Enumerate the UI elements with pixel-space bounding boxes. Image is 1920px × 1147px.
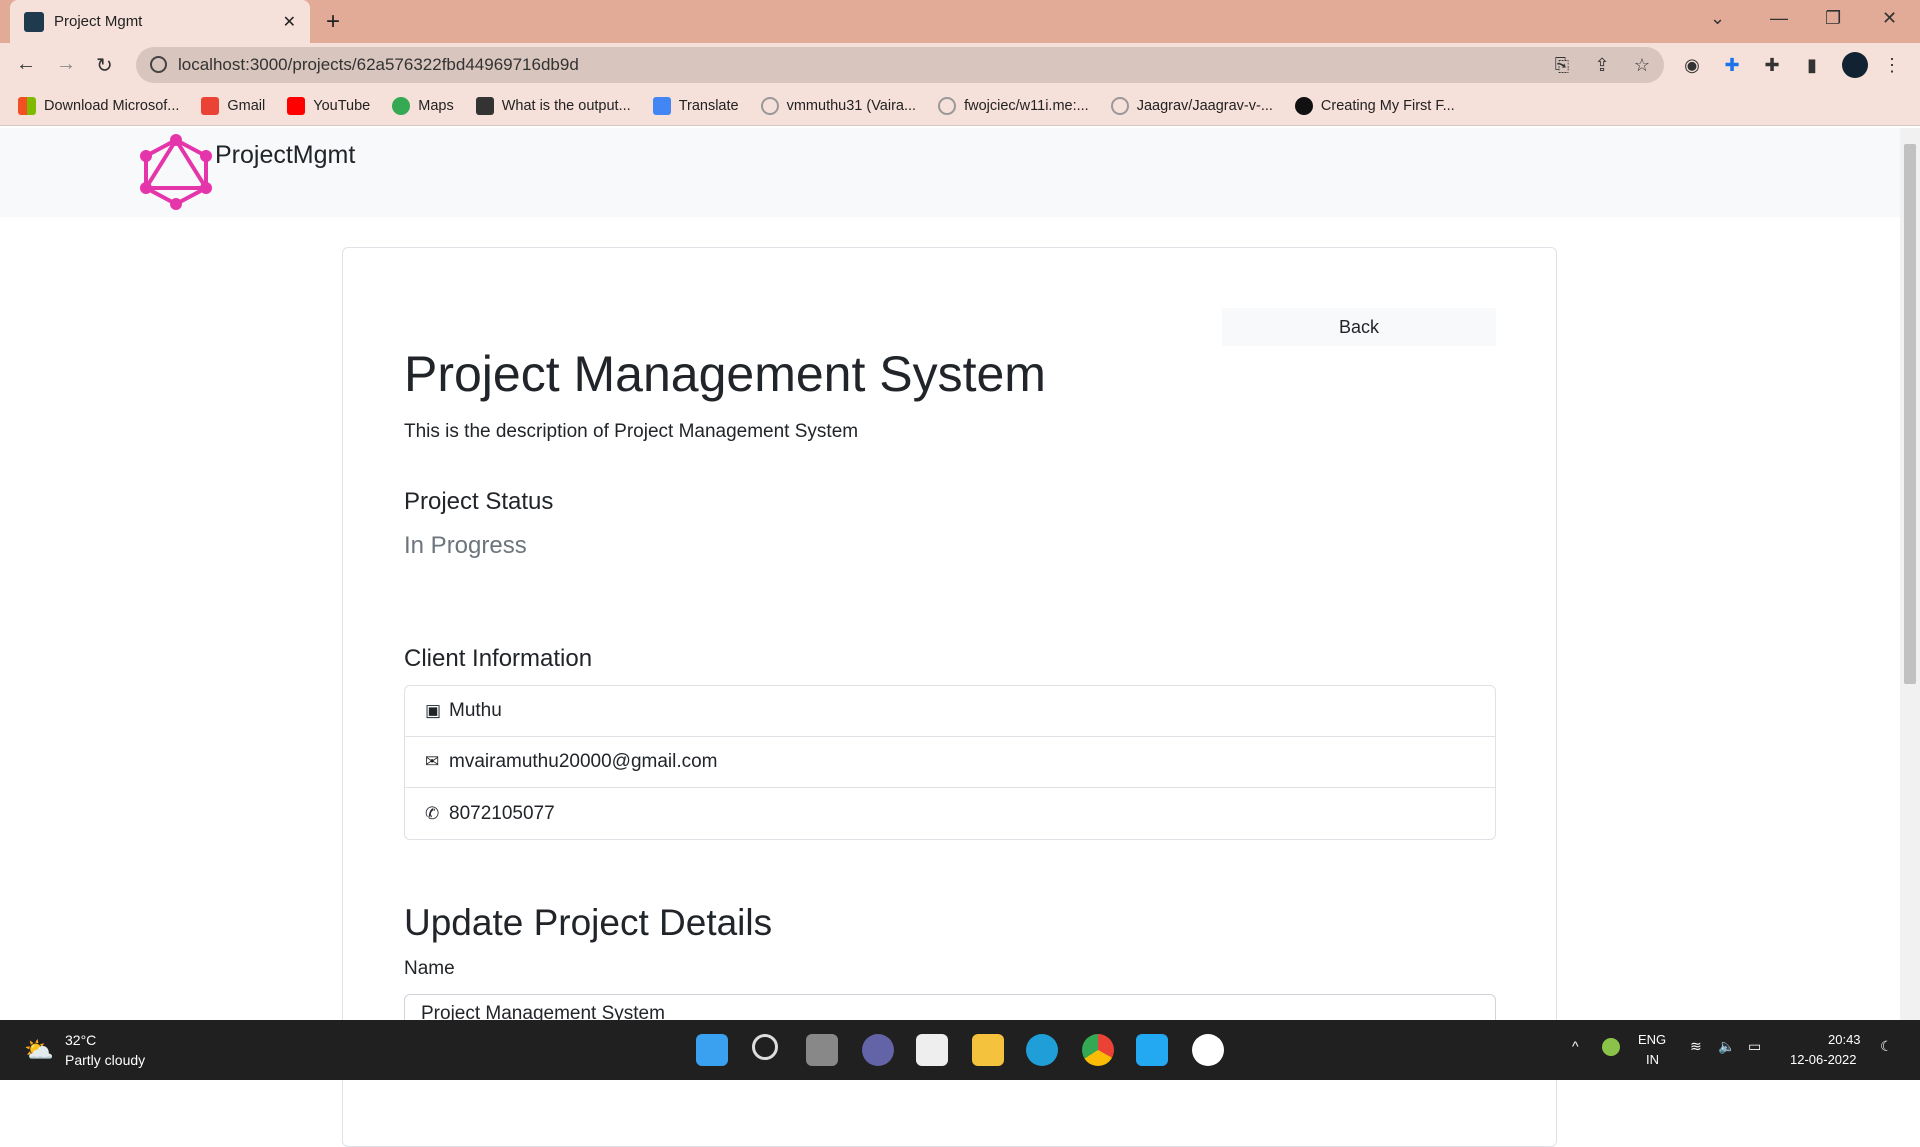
browser-toolbar: ← → ↻ localhost:3000/projects/62a576322f… xyxy=(0,43,1920,86)
record-icon[interactable]: ◉ xyxy=(1682,55,1702,75)
bookmark-star-icon[interactable]: ☆ xyxy=(1632,55,1652,75)
task-view-icon[interactable] xyxy=(806,1034,838,1066)
back-arrow-icon[interactable]: ← xyxy=(16,53,36,76)
bookmark[interactable]: Gmail xyxy=(201,96,265,115)
language[interactable]: ENG xyxy=(1638,1032,1666,1047)
list-item: ▣ Muthu xyxy=(405,686,1495,737)
notifications-icon[interactable]: ☾ xyxy=(1880,1038,1893,1055)
profile-avatar[interactable] xyxy=(1842,52,1868,78)
wifi-icon[interactable]: ≋ xyxy=(1690,1038,1702,1055)
file-explorer-icon[interactable] xyxy=(972,1034,1004,1066)
edge-icon[interactable] xyxy=(1026,1034,1058,1066)
store-icon[interactable] xyxy=(916,1034,948,1066)
list-item: ✆ 8072105077 xyxy=(425,802,555,824)
scrollbar[interactable] xyxy=(1900,128,1920,1020)
youtube-icon xyxy=(287,96,306,115)
volume-icon[interactable]: 🔈 xyxy=(1718,1038,1735,1055)
envelope-icon: ✉ xyxy=(425,752,440,771)
side-panel-icon[interactable]: ▮ xyxy=(1802,55,1822,75)
bookmark[interactable]: YouTube xyxy=(287,96,370,115)
bookmark[interactable]: vmmuthu31 (Vaira... xyxy=(760,96,916,115)
blog-icon xyxy=(1294,96,1313,115)
show-hidden-icons[interactable]: ^ xyxy=(1572,1038,1579,1054)
bookmark[interactable]: Maps xyxy=(392,96,454,115)
bookmark[interactable]: Jaagrav/Jaagrav-v-... xyxy=(1110,96,1273,115)
maps-icon xyxy=(392,96,411,115)
bookmark[interactable]: Translate xyxy=(652,96,739,115)
app-navbar: ProjectMgmt xyxy=(0,128,1900,217)
bookmarks-bar: Download Microsof... Gmail YouTube Maps … xyxy=(0,86,1920,126)
client-info-list: ▣ Muthu ✉ mvairamuthu20000@gmail.com ✆ 8072… xyxy=(404,685,1496,840)
id-badge-icon: ▣ xyxy=(425,701,442,720)
weather-text: Partly cloudy xyxy=(65,1052,146,1068)
bookmark[interactable]: Download Microsof... xyxy=(18,96,179,115)
start-icon[interactable] xyxy=(696,1034,728,1066)
brand-name[interactable]: ProjectMgmt xyxy=(215,141,355,170)
clock-date[interactable]: 12-06-2022 xyxy=(1790,1052,1857,1067)
project-title: Project Management System xyxy=(404,346,1046,402)
restore-button[interactable]: ❐ xyxy=(1825,8,1841,29)
chrome-icon[interactable] xyxy=(1082,1034,1114,1066)
close-tab-icon[interactable]: ✕ xyxy=(283,12,296,32)
graphql-logo-icon[interactable] xyxy=(140,134,212,210)
browser-tab[interactable]: Project Mgmt ✕ xyxy=(10,0,310,43)
teams-icon[interactable] xyxy=(862,1034,894,1066)
tray-app-icon[interactable] xyxy=(1602,1038,1620,1056)
github-icon xyxy=(760,96,779,115)
forward-arrow-icon[interactable]: → xyxy=(56,53,76,76)
bookmark[interactable]: What is the output... xyxy=(475,96,631,115)
tab-search-icon[interactable]: ⌄ xyxy=(1710,8,1725,29)
new-tab-button[interactable]: + xyxy=(326,8,340,36)
address-bar[interactable]: localhost:3000/projects/62a576322fbd4496… xyxy=(136,47,1664,83)
vscode-icon[interactable] xyxy=(1136,1034,1168,1066)
scrollbar-thumb[interactable] xyxy=(1904,144,1916,684)
github-icon xyxy=(1110,96,1129,115)
favicon-icon xyxy=(24,11,44,32)
extensions-puzzle-icon[interactable]: ✚ xyxy=(1762,55,1782,75)
region[interactable]: IN xyxy=(1646,1052,1659,1067)
close-window-button[interactable]: ✕ xyxy=(1882,8,1897,29)
name-label: Name xyxy=(404,958,455,979)
extension-icon[interactable]: ✚ xyxy=(1722,55,1742,75)
minimize-button[interactable]: — xyxy=(1770,8,1788,29)
gmail-icon xyxy=(201,96,220,115)
status-heading: Project Status xyxy=(404,488,554,515)
taskbar: ⛅ 32°C Partly cloudy ^ ENG IN ≋ 🔈 ▭ 20:4… xyxy=(0,1020,1920,1080)
menu-icon[interactable]: ⋮ xyxy=(1882,55,1902,75)
bookmark[interactable]: Creating My First F... xyxy=(1294,96,1455,115)
client-heading: Client Information xyxy=(404,645,593,672)
url-text: localhost:3000/projects/62a576322fbd4496… xyxy=(178,55,579,74)
tab-title: Project Mgmt xyxy=(54,13,143,30)
translate-icon xyxy=(652,96,671,115)
microsoft-icon xyxy=(18,96,36,115)
github-icon xyxy=(938,96,957,115)
project-status: In Progress xyxy=(404,532,527,559)
update-heading: Update Project Details xyxy=(404,902,773,943)
search-icon[interactable] xyxy=(752,1034,778,1060)
translate-icon[interactable]: ⎘ xyxy=(1552,55,1572,75)
mongodb-compass-icon[interactable] xyxy=(1192,1034,1224,1066)
temperature: 32°C xyxy=(65,1032,97,1048)
reload-icon[interactable]: ↻ xyxy=(96,53,113,78)
project-description: This is the description of Project Manag… xyxy=(404,421,859,442)
share-icon[interactable]: ⇪ xyxy=(1592,55,1612,75)
site-info-icon[interactable] xyxy=(150,56,167,73)
phone-icon: ✆ xyxy=(425,803,440,823)
bookmark[interactable]: fwojciec/w11i.me:... xyxy=(938,96,1089,115)
weather-icon[interactable]: ⛅ xyxy=(24,1036,54,1065)
clock-time[interactable]: 20:43 xyxy=(1828,1032,1861,1047)
page-icon xyxy=(475,96,494,115)
battery-icon[interactable]: ▭ xyxy=(1748,1038,1761,1055)
list-item: ✉ mvairamuthu20000@gmail.com xyxy=(405,737,1495,788)
back-button[interactable]: Back xyxy=(1222,308,1496,346)
tab-strip: Project Mgmt ✕ + ⌄ — ❐ ✕ xyxy=(0,0,1920,43)
